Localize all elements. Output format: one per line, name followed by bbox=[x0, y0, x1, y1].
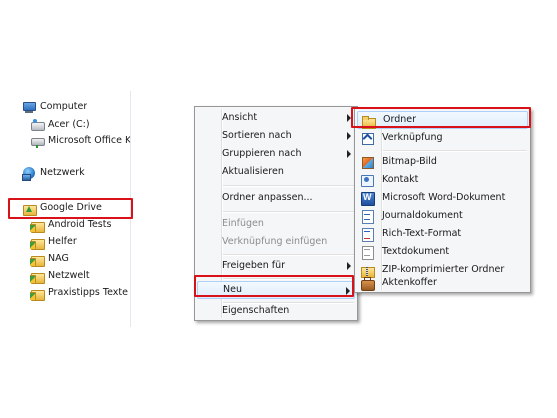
menu-label: Textdokument bbox=[382, 246, 450, 257]
synced-folder-icon bbox=[30, 269, 45, 284]
nav-label: Computer bbox=[40, 101, 88, 112]
menu-label: Ordner bbox=[383, 114, 417, 125]
google-drive-folder-icon bbox=[22, 201, 37, 216]
menu-item-paste: Einfügen bbox=[197, 215, 355, 233]
submenu-item-rich-text[interactable]: Rich-Text-Format bbox=[357, 225, 528, 243]
nav-label: Praxistipps Texte bbox=[48, 287, 128, 298]
menu-item-share-with[interactable]: Freigeben für bbox=[197, 257, 355, 275]
synced-folder-icon bbox=[30, 218, 45, 233]
nav-label: Google Drive bbox=[40, 202, 102, 213]
menu-label: Gruppieren nach bbox=[222, 148, 302, 159]
text-document-icon bbox=[360, 245, 374, 260]
menu-label: Verknüpfung einfügen bbox=[222, 236, 328, 247]
menu-separator bbox=[223, 185, 354, 187]
submenu-item-journal[interactable]: Journaldokument bbox=[357, 207, 528, 225]
menu-item-group-by[interactable]: Gruppieren nach bbox=[197, 145, 355, 163]
submenu-arrow-icon bbox=[347, 150, 351, 158]
submenu-item-word-document[interactable]: Microsoft Word-Dokument bbox=[357, 189, 528, 207]
briefcase-icon bbox=[360, 276, 375, 291]
context-menu: Ansicht Sortieren nach Gruppieren nach A… bbox=[194, 106, 358, 321]
navigation-pane: Computer Acer (C:) Microsoft Office Kli … bbox=[0, 91, 131, 327]
synced-folder-icon bbox=[30, 235, 45, 250]
nav-label: NAG bbox=[48, 253, 69, 264]
drive-icon bbox=[30, 134, 45, 148]
menu-label: Freigeben für bbox=[222, 260, 286, 271]
nav-label: Microsoft Office Kli bbox=[48, 135, 130, 146]
synced-folder-icon bbox=[30, 286, 45, 301]
rich-text-icon bbox=[360, 227, 374, 242]
new-submenu: Ordner Verknüpfung Bitmap-Bild Kontakt M… bbox=[354, 108, 531, 293]
nav-item-praxistipps[interactable]: Praxistipps Texte bbox=[30, 285, 128, 301]
menu-label: Neu bbox=[223, 284, 242, 295]
menu-label: Einfügen bbox=[222, 218, 264, 229]
menu-label: Aktualisieren bbox=[222, 166, 284, 177]
submenu-item-contact[interactable]: Kontakt bbox=[357, 171, 528, 189]
nav-item-android-tests[interactable]: Android Tests bbox=[30, 217, 111, 233]
nav-item-computer[interactable]: Computer bbox=[22, 99, 87, 115]
nav-item-office[interactable]: Microsoft Office Kli bbox=[30, 133, 130, 149]
submenu-item-briefcase[interactable]: Aktenkoffer bbox=[357, 275, 528, 291]
contact-icon bbox=[360, 173, 374, 187]
nav-label: Acer (C:) bbox=[48, 119, 90, 130]
nav-label: Android Tests bbox=[48, 219, 112, 230]
menu-item-properties[interactable]: Eigenschaften bbox=[197, 304, 355, 318]
menu-label: Ordner anpassen... bbox=[222, 192, 313, 203]
menu-separator bbox=[223, 278, 354, 280]
nav-item-helfer[interactable]: Helfer bbox=[30, 234, 77, 250]
bitmap-icon bbox=[360, 155, 374, 169]
submenu-item-shortcut[interactable]: Verknüpfung bbox=[357, 129, 528, 147]
menu-label: Bitmap-Bild bbox=[382, 156, 437, 167]
menu-label: Journaldokument bbox=[382, 210, 463, 221]
menu-label: Verknüpfung bbox=[382, 132, 443, 143]
menu-label: Eigenschaften bbox=[222, 305, 290, 316]
menu-label: Ansicht bbox=[222, 112, 258, 123]
menu-item-sort-by[interactable]: Sortieren nach bbox=[197, 127, 355, 145]
menu-item-refresh[interactable]: Aktualisieren bbox=[197, 163, 355, 181]
menu-item-new[interactable]: Neu bbox=[197, 281, 355, 299]
submenu-item-bitmap[interactable]: Bitmap-Bild bbox=[357, 153, 528, 171]
nav-label: Helfer bbox=[48, 236, 77, 247]
nav-label: Netzwerk bbox=[40, 167, 85, 178]
nav-item-netzwelt[interactable]: Netzwelt bbox=[30, 268, 90, 284]
explorer-window: Computer Acer (C:) Microsoft Office Kli … bbox=[0, 91, 557, 327]
menu-separator bbox=[223, 211, 354, 213]
menu-item-customize-folder[interactable]: Ordner anpassen... bbox=[197, 189, 355, 207]
menu-separator bbox=[383, 150, 527, 152]
menu-label: Aktenkoffer bbox=[382, 277, 437, 288]
submenu-arrow-icon bbox=[347, 114, 351, 122]
submenu-item-text-document[interactable]: Textdokument bbox=[357, 243, 528, 261]
word-document-icon bbox=[360, 191, 375, 206]
shortcut-icon bbox=[360, 131, 374, 145]
submenu-arrow-icon bbox=[347, 262, 351, 270]
nav-item-network[interactable]: Netzwerk bbox=[22, 165, 85, 181]
nav-item-drive-c[interactable]: Acer (C:) bbox=[30, 117, 90, 133]
menu-label: Microsoft Word-Dokument bbox=[382, 192, 506, 203]
submenu-arrow-icon bbox=[346, 287, 350, 295]
submenu-item-folder[interactable]: Ordner bbox=[357, 111, 528, 129]
synced-folder-icon bbox=[30, 252, 45, 267]
computer-icon bbox=[22, 100, 36, 114]
nav-item-google-drive[interactable]: Google Drive bbox=[22, 200, 102, 216]
menu-separator bbox=[223, 254, 354, 256]
menu-label: Sortieren nach bbox=[222, 130, 292, 141]
journal-icon bbox=[360, 209, 374, 224]
network-icon bbox=[22, 166, 36, 181]
menu-label: Kontakt bbox=[382, 174, 419, 185]
nav-label: Netzwelt bbox=[48, 270, 90, 281]
menu-item-paste-shortcut: Verknüpfung einfügen bbox=[197, 233, 355, 251]
menu-item-view[interactable]: Ansicht bbox=[197, 109, 355, 127]
submenu-arrow-icon bbox=[347, 132, 351, 140]
nav-item-nag[interactable]: NAG bbox=[30, 251, 69, 267]
menu-label: Rich-Text-Format bbox=[382, 228, 462, 239]
folder-icon bbox=[361, 114, 376, 129]
hard-drive-icon bbox=[30, 118, 45, 132]
